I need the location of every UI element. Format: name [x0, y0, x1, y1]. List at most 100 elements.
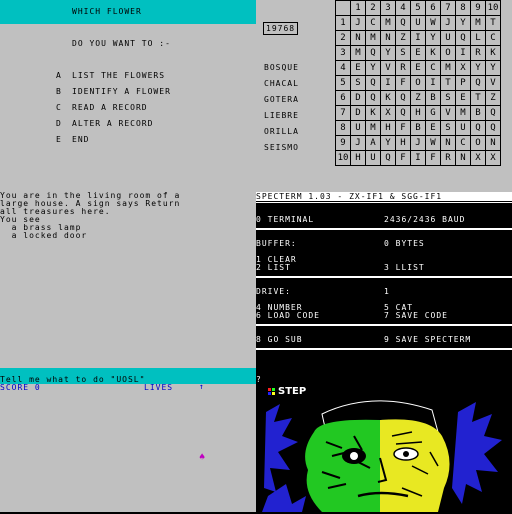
grid-letter[interactable]: Q: [455, 30, 471, 46]
grid-letter[interactable]: Y: [380, 45, 396, 61]
grid-letter[interactable]: X: [455, 60, 471, 76]
grid-letter[interactable]: M: [365, 120, 381, 136]
input-cursor[interactable]: ?: [256, 376, 262, 384]
option-a-label[interactable]: LIST THE FLOWERS: [72, 72, 165, 80]
grid-letter[interactable]: B: [470, 105, 486, 121]
grid-letter[interactable]: Q: [470, 120, 486, 136]
grid-letter[interactable]: C: [485, 30, 501, 46]
grid-letter[interactable]: K: [380, 90, 396, 106]
grid-letter[interactable]: K: [365, 105, 381, 121]
grid-letter[interactable]: K: [425, 45, 441, 61]
grid-letter[interactable]: G: [425, 105, 441, 121]
grid-letter[interactable]: E: [350, 60, 366, 76]
grid-letter[interactable]: S: [440, 120, 456, 136]
grid-letter[interactable]: O: [470, 135, 486, 151]
grid-letter[interactable]: F: [395, 120, 411, 136]
grid-letter[interactable]: X: [485, 150, 501, 166]
llist-option[interactable]: 3 LLIST: [384, 264, 425, 272]
grid-letter[interactable]: Q: [485, 105, 501, 121]
grid-letter[interactable]: H: [380, 120, 396, 136]
terminal-option[interactable]: 0 TERMINAL: [256, 216, 314, 224]
grid-letter[interactable]: P: [455, 75, 471, 91]
grid-letter[interactable]: J: [410, 135, 426, 151]
grid-letter[interactable]: X: [470, 150, 486, 166]
grid-letter[interactable]: Q: [365, 45, 381, 61]
grid-letter[interactable]: R: [440, 150, 456, 166]
grid-letter[interactable]: T: [470, 90, 486, 106]
grid-letter[interactable]: N: [380, 30, 396, 46]
grid-letter[interactable]: S: [350, 75, 366, 91]
grid-letter[interactable]: E: [455, 90, 471, 106]
grid-letter[interactable]: Y: [380, 135, 396, 151]
grid-letter[interactable]: W: [425, 135, 441, 151]
grid-letter[interactable]: V: [380, 60, 396, 76]
grid-letter[interactable]: I: [380, 75, 396, 91]
grid-letter[interactable]: H: [350, 150, 366, 166]
save-specterm-option[interactable]: 9 SAVE SPECTERM: [384, 336, 471, 344]
grid-letter[interactable]: M: [470, 15, 486, 31]
grid-letter[interactable]: I: [410, 30, 426, 46]
grid-letter[interactable]: H: [410, 105, 426, 121]
grid-letter[interactable]: Q: [470, 75, 486, 91]
grid-letter[interactable]: M: [440, 60, 456, 76]
load-code-option[interactable]: 6 LOAD CODE: [256, 312, 320, 320]
grid-letter[interactable]: Q: [485, 120, 501, 136]
go-sub-option[interactable]: 8 GO SUB: [256, 336, 303, 344]
grid-letter[interactable]: Q: [380, 150, 396, 166]
grid-letter[interactable]: C: [455, 135, 471, 151]
grid-letter[interactable]: J: [350, 15, 366, 31]
grid-letter[interactable]: N: [485, 135, 501, 151]
grid-letter[interactable]: S: [395, 45, 411, 61]
grid-letter[interactable]: U: [350, 120, 366, 136]
grid-letter[interactable]: A: [365, 135, 381, 151]
grid-letter[interactable]: Z: [485, 90, 501, 106]
grid-letter[interactable]: I: [455, 45, 471, 61]
grid-letter[interactable]: Y: [365, 60, 381, 76]
option-b-label[interactable]: IDENTIFY A FLOWER: [72, 88, 171, 96]
grid-letter[interactable]: D: [350, 90, 366, 106]
grid-letter[interactable]: M: [350, 45, 366, 61]
grid-letter[interactable]: Q: [365, 75, 381, 91]
grid-letter[interactable]: K: [485, 45, 501, 61]
grid-letter[interactable]: U: [410, 15, 426, 31]
grid-letter[interactable]: U: [455, 120, 471, 136]
grid-letter[interactable]: W: [425, 15, 441, 31]
grid-letter[interactable]: C: [365, 15, 381, 31]
grid-letter[interactable]: B: [425, 90, 441, 106]
grid-letter[interactable]: Y: [425, 30, 441, 46]
grid-letter[interactable]: O: [440, 45, 456, 61]
grid-letter[interactable]: I: [425, 75, 441, 91]
grid-letter[interactable]: R: [395, 60, 411, 76]
grid-letter[interactable]: N: [350, 30, 366, 46]
grid-letter[interactable]: F: [395, 75, 411, 91]
grid-letter[interactable]: E: [410, 45, 426, 61]
grid-letter[interactable]: J: [350, 135, 366, 151]
grid-letter[interactable]: Y: [470, 60, 486, 76]
grid-letter[interactable]: L: [470, 30, 486, 46]
grid-letter[interactable]: F: [395, 150, 411, 166]
grid-letter[interactable]: Q: [395, 105, 411, 121]
grid-letter[interactable]: V: [440, 105, 456, 121]
grid-letter[interactable]: H: [395, 135, 411, 151]
grid-letter[interactable]: J: [440, 15, 456, 31]
grid-letter[interactable]: O: [410, 75, 426, 91]
grid-letter[interactable]: M: [380, 15, 396, 31]
option-e-label[interactable]: END: [72, 136, 89, 144]
option-c-label[interactable]: READ A RECORD: [72, 104, 148, 112]
grid-letter[interactable]: U: [365, 150, 381, 166]
list-option[interactable]: 2 LIST: [256, 264, 291, 272]
grid-letter[interactable]: F: [425, 150, 441, 166]
grid-letter[interactable]: Y: [485, 60, 501, 76]
grid-letter[interactable]: Q: [365, 90, 381, 106]
grid-letter[interactable]: M: [455, 105, 471, 121]
grid-letter[interactable]: N: [440, 135, 456, 151]
grid-letter[interactable]: E: [410, 60, 426, 76]
grid-letter[interactable]: V: [485, 75, 501, 91]
grid-letter[interactable]: U: [440, 30, 456, 46]
grid-letter[interactable]: Q: [395, 90, 411, 106]
grid-letter[interactable]: Z: [410, 90, 426, 106]
grid-letter[interactable]: X: [380, 105, 396, 121]
grid-letter[interactable]: C: [425, 60, 441, 76]
grid-letter[interactable]: D: [350, 105, 366, 121]
grid-letter[interactable]: Z: [395, 30, 411, 46]
